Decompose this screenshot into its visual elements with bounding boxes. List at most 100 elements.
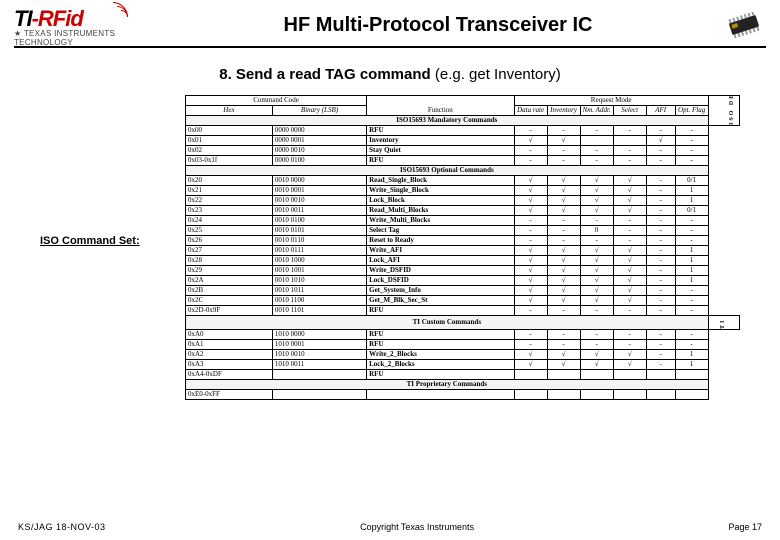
table-row: 0x290010 1001Write_DSFID√√√√-1 xyxy=(186,266,740,276)
cell: √ xyxy=(514,266,547,276)
cell xyxy=(580,390,613,400)
cell: √ xyxy=(514,136,547,146)
cell: √ xyxy=(514,206,547,216)
cell: √ xyxy=(514,360,547,370)
cell: - xyxy=(646,296,675,306)
cell: - xyxy=(580,216,613,226)
table-row: 0x280010 1000Lock_AFI√√√√-1 xyxy=(186,256,740,266)
cell: - xyxy=(646,350,675,360)
cell: 1 xyxy=(675,246,708,256)
th-hex: Hex xyxy=(186,106,273,116)
cell: √ xyxy=(580,296,613,306)
table-row: 0x230010 0011Read_Multi_Blocks√√√√-0/1 xyxy=(186,206,740,216)
cell: - xyxy=(675,226,708,236)
side-iso-defined: ISO DEFINED COMMANDS xyxy=(708,96,739,126)
cell: - xyxy=(580,236,613,246)
cell: - xyxy=(646,246,675,256)
cell: Read_Multi_Blocks xyxy=(367,206,514,216)
cell: √ xyxy=(547,296,580,306)
cell: √ xyxy=(613,196,646,206)
cell: - xyxy=(514,126,547,136)
footer-left: KS/JAG 18-NOV-03 xyxy=(18,522,106,532)
cell: - xyxy=(514,340,547,350)
cell: RFU xyxy=(367,126,514,136)
cell: Write_Single_Block xyxy=(367,186,514,196)
th-cmd: Command Code xyxy=(186,96,367,106)
cell: √ xyxy=(514,350,547,360)
th-inv: Inventory xyxy=(547,106,580,116)
cell: √ xyxy=(613,206,646,216)
cell: 0x29 xyxy=(186,266,273,276)
cell: 0010 0011 xyxy=(272,206,366,216)
cell: RFU xyxy=(367,156,514,166)
subtitle-norm: (e.g. get Inventory) xyxy=(435,66,561,83)
cell: 0x27 xyxy=(186,246,273,256)
cell: √ xyxy=(580,186,613,196)
cell: - xyxy=(613,216,646,226)
footer-page: Page 17 xyxy=(728,522,762,532)
cell xyxy=(547,370,580,380)
cell xyxy=(367,390,514,400)
cell xyxy=(646,390,675,400)
side-ti-cmds: TI CMDS xyxy=(708,316,739,330)
cell: 0x26 xyxy=(186,236,273,246)
cell: 0x28 xyxy=(186,256,273,266)
cell: 0010 1001 xyxy=(272,266,366,276)
cell: √ xyxy=(580,286,613,296)
cell: Lock_Block xyxy=(367,196,514,206)
cell: 0x2B xyxy=(186,286,273,296)
table-row: 0xA11010 0001RFU------ xyxy=(186,340,740,350)
cell: - xyxy=(646,276,675,286)
table-row: 0x270010 0111Write_AFI√√√√-1 xyxy=(186,246,740,256)
cell: - xyxy=(646,126,675,136)
cell: √ xyxy=(613,286,646,296)
table-row: 0xA01010 0000RFU------ xyxy=(186,330,740,340)
table-row: 0x2B0010 1011Get_System_Info√√√√-- xyxy=(186,286,740,296)
cell: - xyxy=(613,226,646,236)
cell: - xyxy=(646,206,675,216)
cell: RFU xyxy=(367,340,514,350)
chip-icon xyxy=(722,12,766,38)
cell: 0010 1010 xyxy=(272,276,366,286)
sect-proprietary: TI Proprietary Commands xyxy=(186,380,709,390)
cell: - xyxy=(514,226,547,236)
table-row: 0x220010 0010Lock_Block√√√√-1 xyxy=(186,196,740,206)
cell: 0010 0000 xyxy=(272,176,366,186)
cell: √ xyxy=(514,176,547,186)
cell: √ xyxy=(580,196,613,206)
cell: Stay Quiet xyxy=(367,146,514,156)
cell: 0x24 xyxy=(186,216,273,226)
cell: 0010 0100 xyxy=(272,216,366,226)
table-row: 0x200010 0000Read_Single_Block√√√√-0/1 xyxy=(186,176,740,186)
cell: 0/1 xyxy=(675,176,708,186)
cell: √ xyxy=(613,246,646,256)
footer: KS/JAG 18-NOV-03 Copyright Texas Instrum… xyxy=(0,522,780,532)
cell: - xyxy=(646,256,675,266)
cell: - xyxy=(613,340,646,350)
cell: 0xA2 xyxy=(186,350,273,360)
logo-rfid-text: -RFid xyxy=(32,6,83,31)
table-row: 0x03-0x1f0000 0100RFU------ xyxy=(186,156,740,166)
cell: Write_AFI xyxy=(367,246,514,256)
command-table: Command Code Function Request Mode ISO D… xyxy=(185,95,740,400)
cell: - xyxy=(675,136,708,146)
cell: √ xyxy=(514,256,547,266)
footer-copyright: Copyright Texas Instruments xyxy=(106,522,729,532)
cell: Lock_2_Blocks xyxy=(367,360,514,370)
cell: - xyxy=(580,340,613,350)
cell: - xyxy=(613,126,646,136)
cell: Lock_AFI xyxy=(367,256,514,266)
logo-subtext: ★ TEXAS INSTRUMENTS TECHNOLOGY xyxy=(14,29,124,47)
cell: 0010 1011 xyxy=(272,286,366,296)
cell: Reset to Ready xyxy=(367,236,514,246)
cell: Select Tag xyxy=(367,226,514,236)
sect-mandatory: ISO15693 Mandatory Commands xyxy=(186,116,709,126)
cell: √ xyxy=(547,350,580,360)
page-title: HF Multi-Protocol Transceiver IC xyxy=(154,14,722,37)
cell: - xyxy=(580,306,613,316)
cell xyxy=(547,390,580,400)
cell: √ xyxy=(613,350,646,360)
cell: 0010 0001 xyxy=(272,186,366,196)
cell: - xyxy=(675,286,708,296)
cell: - xyxy=(580,146,613,156)
